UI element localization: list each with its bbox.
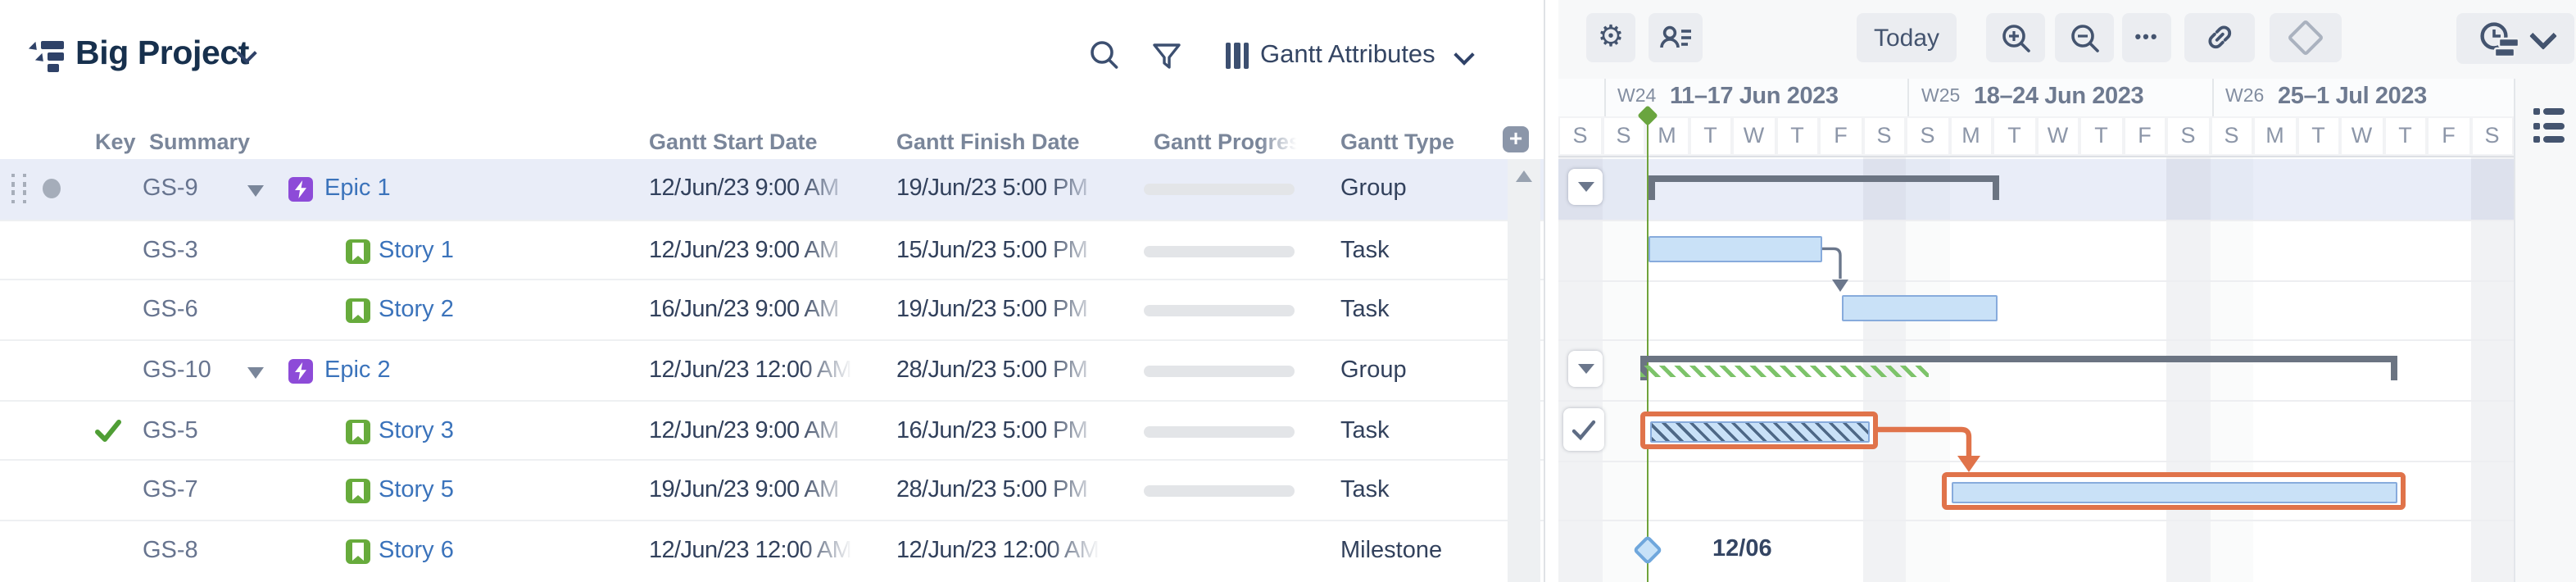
arrowhead-icon [1957, 456, 1980, 472]
issue-summary-link[interactable]: Story 1 [379, 237, 454, 263]
project-title[interactable]: Big Project [75, 34, 249, 74]
col-header-finish[interactable]: Gantt Finish Date [896, 126, 1080, 159]
table-row[interactable]: GS-9 Epic 1 12/Jun/23 9:00 AM 19/Jun/23 … [0, 159, 1544, 219]
col-header-progress[interactable]: Gantt Progress [1154, 126, 1301, 159]
gantt-type: Milestone [1340, 521, 1442, 581]
col-header-start[interactable]: Gantt Start Date [649, 126, 818, 159]
table-row[interactable]: GS-5 Story 3 12/Jun/23 9:00 AM 16/Jun/23… [0, 399, 1544, 461]
story-type-icon [346, 299, 370, 324]
table-row[interactable]: GS-7 Story 5 19/Jun/23 9:00 AM 28/Jun/23… [0, 460, 1544, 521]
issue-key: GS-8 [143, 521, 238, 581]
story-type-icon [346, 480, 370, 504]
status-dot-icon [43, 179, 61, 198]
search-icon[interactable] [1088, 39, 1121, 72]
issue-summary-link[interactable]: Story 3 [379, 417, 454, 443]
gantt-type: Task [1340, 281, 1390, 341]
gantt-start-date: 19/Jun/23 9:00 AM [649, 462, 859, 521]
gantt-type: Task [1340, 221, 1390, 280]
gantt-start-date: 12/Jun/23 9:00 AM [649, 221, 859, 280]
filter-icon[interactable] [1150, 39, 1183, 72]
columns-icon [1226, 43, 1249, 69]
dependency-link-story1-story2 [1822, 248, 1840, 279]
table-row[interactable]: GS-10 Epic 2 12/Jun/23 12:00 AM 28/Jun/2… [0, 339, 1544, 401]
gantt-progress-bar [1144, 425, 1295, 437]
gantt-attributes-button[interactable]: Gantt Attributes [1260, 39, 1435, 72]
gantt-progress-bar [1144, 245, 1295, 257]
panel-divider[interactable] [1544, 0, 1545, 582]
add-column-button[interactable]: + [1503, 126, 1529, 152]
gantt-finish-date: 28/Jun/23 5:00 PM [896, 462, 1106, 521]
table-scrollbar[interactable] [1508, 159, 1540, 582]
issue-summary-link[interactable]: Epic 2 [324, 357, 391, 384]
gantt-finish-date: 12/Jun/23 12:00 AM [896, 521, 1106, 581]
table-row[interactable]: GS-3 Story 1 12/Jun/23 9:00 AM 15/Jun/23… [0, 219, 1544, 280]
gantt-start-date: 12/Jun/23 12:00 AM [649, 341, 859, 401]
gantt-start-date: 16/Jun/23 9:00 AM [649, 281, 859, 341]
col-header-summary[interactable]: Summary [149, 126, 250, 159]
arrowhead-icon [1832, 280, 1848, 292]
issue-key: GS-10 [143, 341, 238, 401]
scroll-up-arrow-icon[interactable] [1516, 171, 1532, 182]
issue-summary-link[interactable]: Story 2 [379, 298, 454, 324]
gantt-start-date: 12/Jun/23 9:00 AM [649, 159, 859, 219]
table-row[interactable]: GS-8 Story 6 12/Jun/23 12:00 AM 12/Jun/2… [0, 520, 1544, 582]
gantt-finish-date: 19/Jun/23 5:00 PM [896, 159, 1106, 219]
epic-type-icon [288, 359, 313, 384]
dependency-link-story3-story5 [1878, 430, 1969, 456]
gantt-type: Task [1340, 462, 1390, 521]
col-header-key[interactable]: Key [95, 126, 136, 159]
story-type-icon [346, 539, 370, 564]
collapse-caret-icon[interactable] [247, 185, 264, 197]
gantt-type: Task [1340, 401, 1390, 461]
issue-key: GS-6 [143, 281, 238, 341]
resolved-check-icon [95, 419, 121, 442]
gantt-finish-date: 19/Jun/23 5:00 PM [896, 281, 1106, 341]
issue-key: GS-5 [143, 401, 238, 461]
col-header-type[interactable]: Gantt Type [1340, 126, 1454, 159]
gantt-progress-bar [1144, 486, 1295, 498]
issue-key: GS-7 [143, 462, 238, 521]
table-row[interactable]: GS-6 Story 2 16/Jun/23 9:00 AM 19/Jun/23… [0, 280, 1544, 341]
gantt-attributes-chevron-icon[interactable] [1454, 44, 1474, 65]
structure-logo-icon [31, 41, 67, 72]
dependency-arrows [1558, 0, 2576, 582]
collapse-caret-icon[interactable] [247, 367, 264, 379]
gantt-progress-bar [1144, 366, 1295, 377]
structure-gantt-app: Big Project Gantt Attributes Key Summary… [0, 0, 2576, 582]
gantt-chart-panel: ⚙ Today [1558, 0, 2576, 582]
gantt-progress-bar [1144, 306, 1295, 317]
epic-type-icon [288, 177, 313, 202]
gantt-start-date: 12/Jun/23 9:00 AM [649, 401, 859, 461]
gantt-finish-date: 15/Jun/23 5:00 PM [896, 221, 1106, 280]
gantt-finish-date: 16/Jun/23 5:00 PM [896, 401, 1106, 461]
story-type-icon [346, 239, 370, 263]
issue-summary-link[interactable]: Epic 1 [324, 175, 391, 202]
issue-key: GS-9 [143, 159, 238, 219]
gantt-start-date: 12/Jun/23 12:00 AM [649, 521, 859, 581]
gantt-finish-date: 28/Jun/23 5:00 PM [896, 341, 1106, 401]
drag-handle-icon[interactable] [8, 172, 29, 205]
story-type-icon [346, 419, 370, 443]
issue-key: GS-3 [143, 221, 238, 280]
issue-summary-link[interactable]: Story 5 [379, 478, 454, 504]
gantt-progress-bar [1144, 184, 1295, 195]
gantt-type: Group [1340, 341, 1407, 401]
issue-summary-link[interactable]: Story 6 [379, 538, 454, 564]
gantt-type: Group [1340, 159, 1407, 219]
